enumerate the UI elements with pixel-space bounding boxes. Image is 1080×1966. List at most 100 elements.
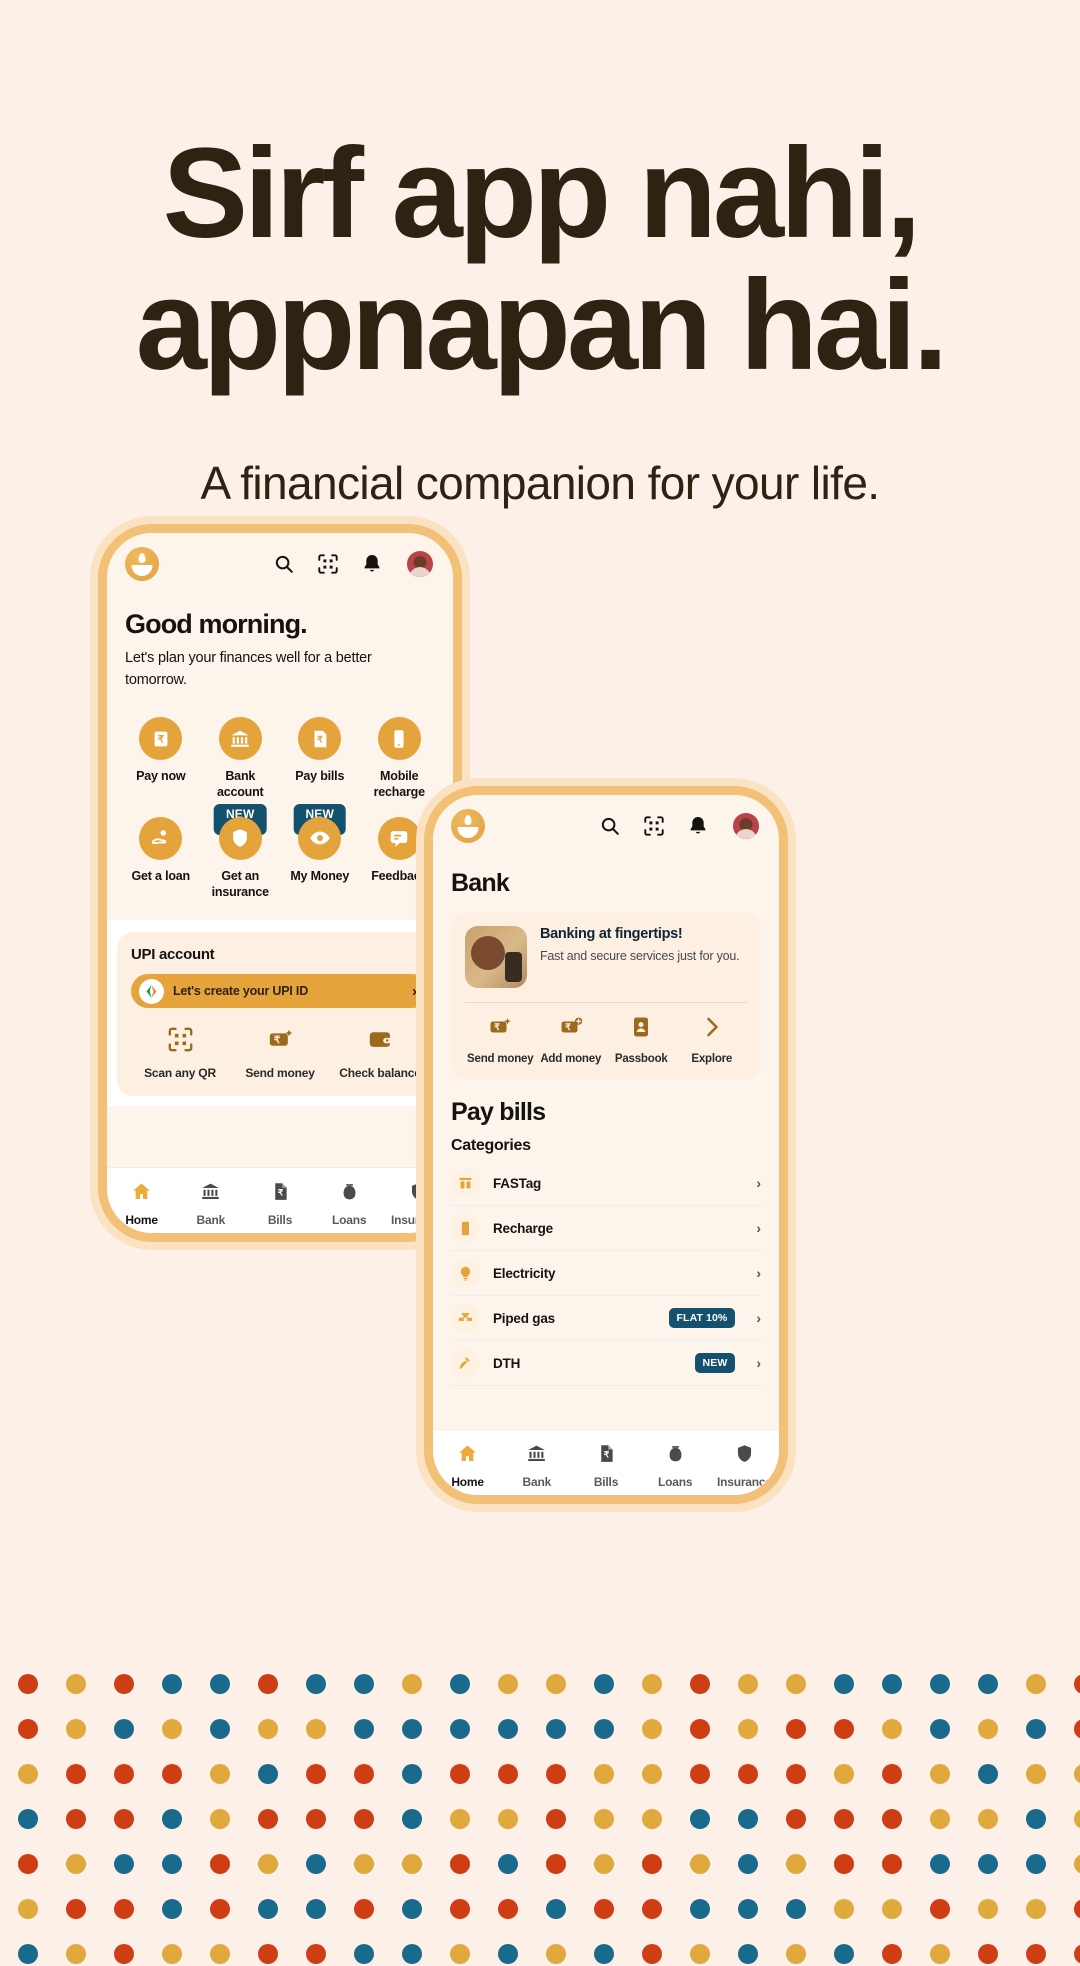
nav-item-label: Loans	[332, 1212, 367, 1227]
upi-action-scan-any-qr[interactable]: Scan any QR	[131, 1026, 229, 1080]
bank-action-explore[interactable]: Explore	[677, 1015, 748, 1066]
nav-item-label: Bank	[196, 1212, 226, 1227]
banking-promo-card[interactable]: Banking at fingertips! Fast and secure s…	[451, 912, 761, 1081]
quick-action-pay-bills[interactable]: ₹ Pay bills	[280, 717, 360, 801]
bulb-icon	[451, 1258, 480, 1288]
nav-item-insurance[interactable]: Insurance	[710, 1443, 779, 1489]
category-row-piped-gas[interactable]: Piped gas FLAT 10% ›	[451, 1296, 761, 1342]
bank-icon	[218, 717, 262, 761]
category-name: Electricity	[493, 1265, 556, 1281]
greeting-subtitle: Let's plan your finances well for a bett…	[125, 650, 372, 689]
user-avatar[interactable]	[731, 811, 761, 841]
hero-title: Sirf app nahi, appnapan hai.	[0, 128, 1080, 392]
upi-action-label: Scan any QR	[144, 1066, 216, 1081]
svg-text:₹: ₹	[494, 1022, 500, 1032]
nav-item-label: Bills	[593, 1474, 619, 1489]
create-upi-id-button[interactable]: Let's create your UPI ID ›	[131, 974, 429, 1009]
category-row-electricity[interactable]: Electricity ›	[451, 1251, 761, 1297]
mobile-icon	[377, 717, 421, 761]
nav-item-bills[interactable]: ₹ Bills	[571, 1443, 640, 1489]
wallet-icon	[367, 1026, 394, 1058]
quick-action-label: My Money	[290, 868, 350, 883]
hero-subtitle: A financial companion for your life.	[200, 456, 880, 509]
qr-scan-icon[interactable]	[317, 553, 339, 575]
nav-item-bank[interactable]: Bank	[502, 1443, 571, 1489]
phone2-screen: Bank Banking at fingertips! Fast and sec…	[433, 795, 779, 1495]
quick-action-label: Get a loan	[131, 868, 191, 883]
hero-section: Sirf app nahi, appnapan hai. A financial…	[0, 0, 1080, 510]
upi-account-card: UPI account Let's create your UPI ID › S…	[117, 932, 443, 1097]
quick-action-get-an-insurance[interactable]: NEW Get an insurance	[201, 803, 281, 901]
bell-icon[interactable]	[687, 815, 709, 837]
phone1-appbar	[107, 533, 453, 595]
chevron-right-icon: ›	[756, 1310, 761, 1327]
bank-action-label: Passbook	[614, 1053, 668, 1065]
chevron-right-icon: ›	[756, 1175, 761, 1192]
nav-item-loans[interactable]: Loans	[315, 1181, 384, 1227]
qr-scan-icon[interactable]	[643, 815, 665, 837]
upi-action-check-balance[interactable]: Check balance	[331, 1026, 429, 1080]
quick-action-label: Mobile recharge	[373, 769, 425, 800]
nav-item-loans[interactable]: Loans	[641, 1443, 710, 1489]
quick-action-label: Pay now	[136, 769, 186, 784]
dot-pattern-background	[18, 1674, 1080, 1964]
fastag-icon	[451, 1168, 480, 1198]
quick-action-label: Bank account	[216, 769, 264, 800]
send-money-icon: ₹	[488, 1015, 512, 1044]
phone1-screen: Good morning. Let's plan your finances w…	[107, 533, 453, 1233]
quick-action-get-a-loan[interactable]: Get a loan	[121, 816, 201, 901]
quick-action-pay-now[interactable]: ₹ Pay now	[121, 717, 201, 801]
nav-item-bills[interactable]: ₹ Bills	[245, 1181, 314, 1227]
add-money-icon: ₹	[559, 1015, 583, 1044]
app-logo-icon	[125, 547, 159, 581]
bell-icon[interactable]	[361, 553, 383, 575]
bill-rupee-icon: ₹	[298, 717, 342, 761]
passbook-icon	[629, 1015, 653, 1044]
phone1-bottom-nav: Home Bank ₹ Bills Loans Insurance	[107, 1167, 453, 1233]
category-badge: FLAT 10%	[668, 1308, 736, 1329]
user-avatar[interactable]	[405, 549, 435, 579]
nav-item-label: Insurance	[716, 1474, 772, 1489]
bank-action-label: Send money	[467, 1053, 534, 1065]
nav-item-bank[interactable]: Bank	[176, 1181, 245, 1227]
chevron-right-icon	[700, 1015, 724, 1044]
bank-action-send-money[interactable]: ₹ Send money	[465, 1015, 536, 1066]
category-row-recharge[interactable]: Recharge ›	[451, 1206, 761, 1252]
eye-icon	[298, 816, 342, 860]
quick-actions-grid: ₹ Pay now Bank account ₹ Pay bills Mobile rec…	[107, 691, 453, 900]
categories-label: Categories	[451, 1137, 531, 1155]
nav-item-home[interactable]: Home	[433, 1443, 502, 1489]
bank-action-passbook[interactable]: Passbook	[606, 1015, 677, 1066]
bank-action-add-money[interactable]: ₹ Add money	[536, 1015, 607, 1066]
nav-item-home[interactable]: Home	[107, 1181, 176, 1227]
search-icon[interactable]	[599, 815, 621, 837]
category-name: FASTag	[493, 1175, 542, 1191]
quick-action-bank-account[interactable]: Bank account	[201, 717, 281, 801]
bills-icon: ₹	[270, 1181, 291, 1207]
svg-text:₹: ₹	[565, 1022, 571, 1032]
shield-icon	[734, 1443, 755, 1469]
search-icon[interactable]	[273, 553, 295, 575]
quick-action-my-money[interactable]: NEW My Money	[280, 803, 360, 901]
greeting-block: Good morning. Let's plan your finances w…	[107, 595, 453, 691]
quick-action-mobile-recharge[interactable]: Mobile recharge	[360, 717, 440, 801]
gas-valve-icon	[451, 1303, 480, 1333]
bank-actions-row: ₹ Send money ₹ Add money Passbook Explore	[465, 1015, 747, 1066]
phone2-appbar	[433, 795, 779, 857]
upi-sheet: UPI account Let's create your UPI ID › S…	[107, 920, 453, 1107]
chat-icon	[377, 816, 421, 860]
bill-categories-list: FASTag › Recharge › Electricity › Piped gas FLA…	[433, 1155, 779, 1387]
category-row-fastag[interactable]: FASTag ›	[451, 1161, 761, 1207]
category-badge: NEW	[694, 1353, 736, 1374]
svg-text:₹: ₹	[317, 734, 323, 744]
upi-action-label: Send money	[245, 1066, 315, 1081]
upi-action-send-money[interactable]: ₹ Send money	[231, 1026, 329, 1080]
phone-mockup-home: Good morning. Let's plan your finances w…	[98, 524, 462, 1242]
chevron-right-icon: ›	[412, 982, 417, 1000]
category-row-dth[interactable]: DTH NEW ›	[451, 1341, 761, 1387]
bank-action-label: Add money	[540, 1053, 602, 1065]
paybills-section-title: Pay bills	[451, 1098, 546, 1127]
quick-action-label: Get an insurance	[211, 868, 269, 899]
shield-icon	[218, 816, 262, 860]
bills-icon: ₹	[596, 1443, 617, 1469]
